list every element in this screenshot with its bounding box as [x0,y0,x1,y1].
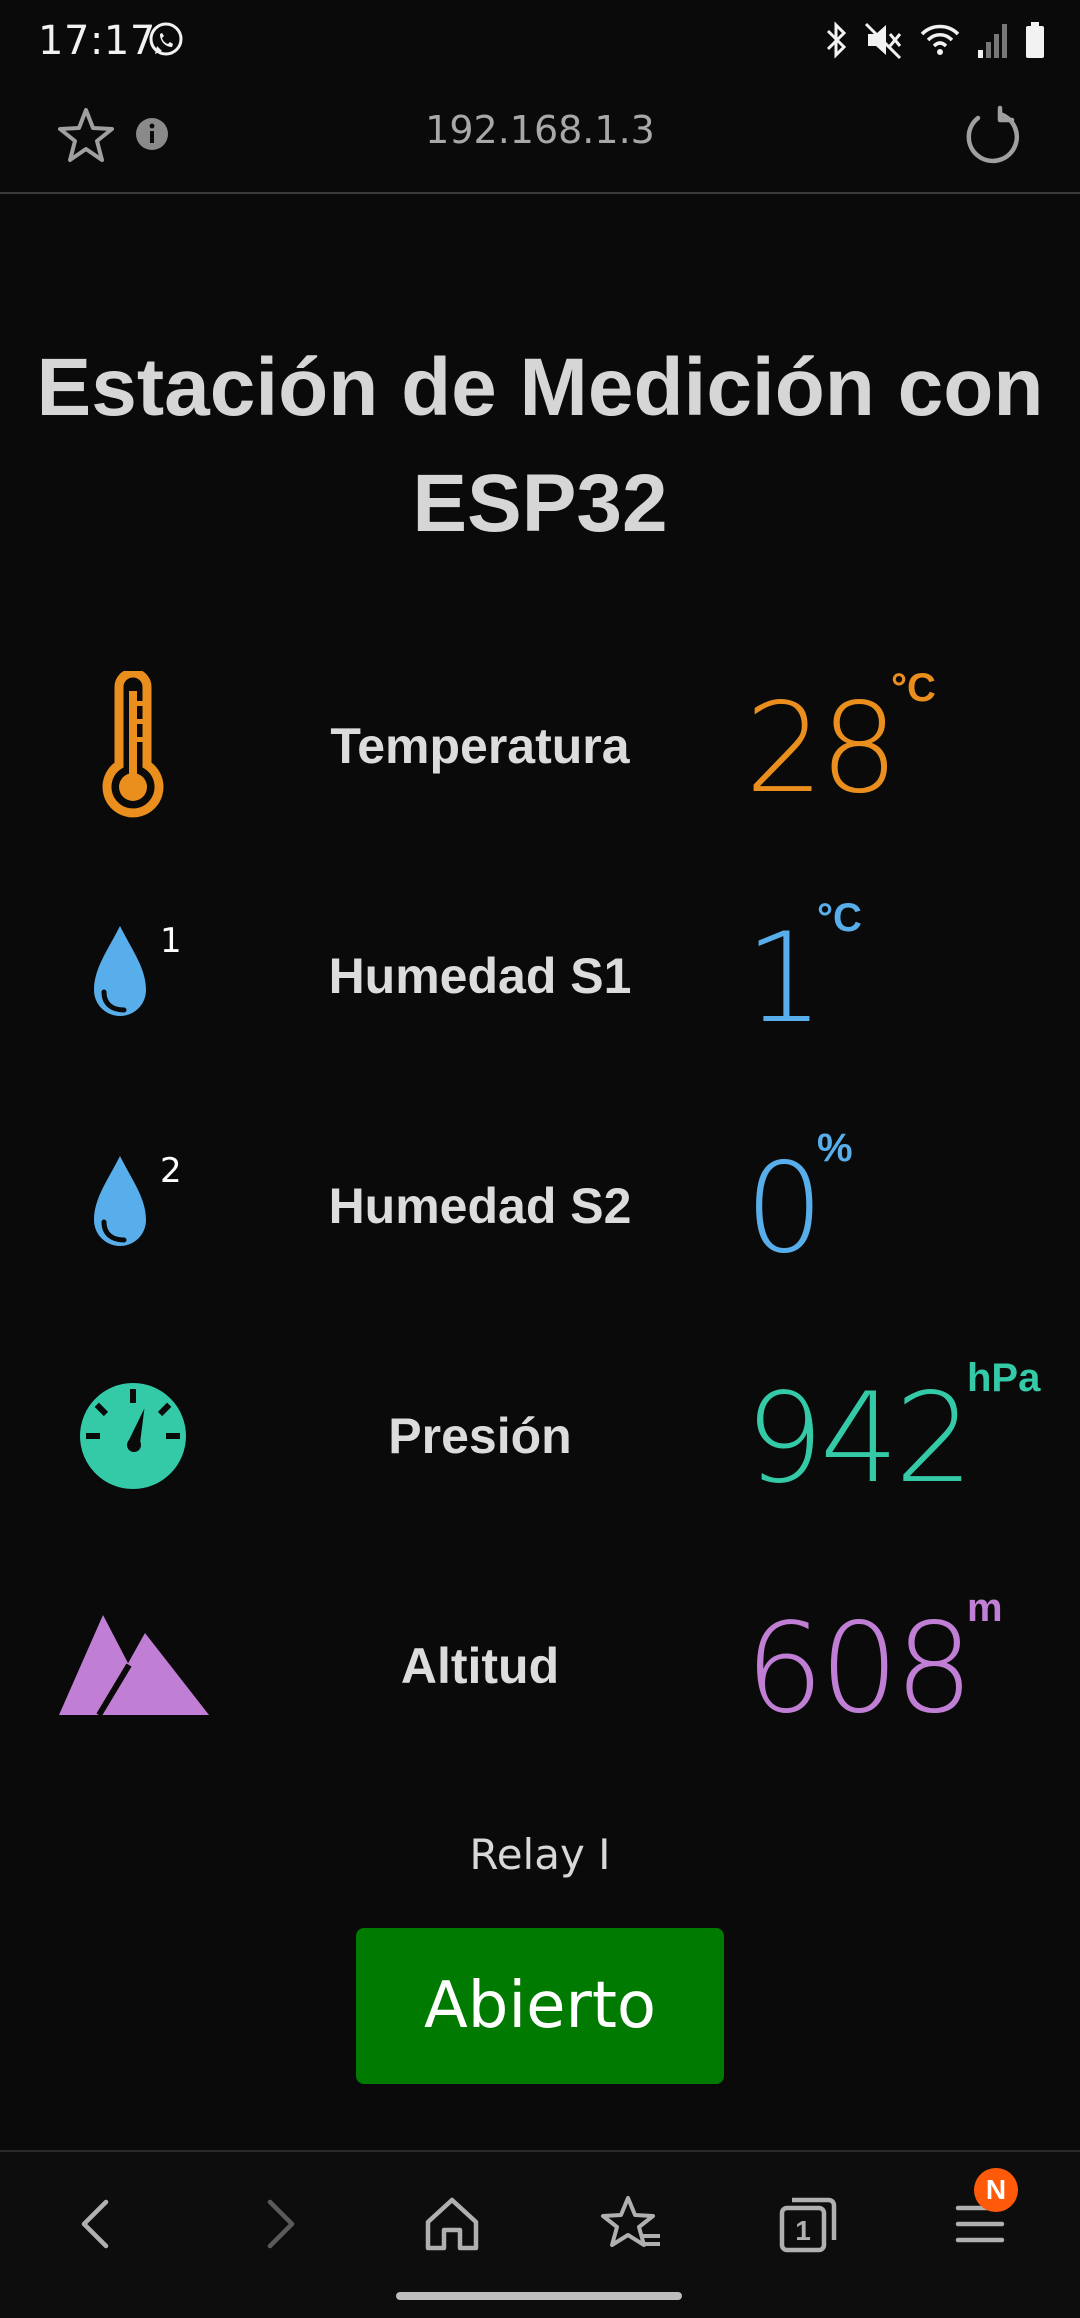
reading-number: 0 [745,1137,824,1281]
mountain-icon [59,1615,209,1717]
reading-label: Presión [388,1408,572,1464]
back-icon[interactable] [66,2192,130,2256]
reading-label: Temperatura [330,718,630,774]
reading-number: 1 [745,907,824,1051]
drop-badge: 2 [160,1151,182,1191]
reading-unit: hPa [967,1356,1041,1400]
reading-unit: % [817,1126,853,1170]
reading-label: Humedad S2 [328,1178,632,1234]
relay-label: Relay I [469,1830,611,1879]
reading-label: Humedad S1 [328,948,632,1004]
wifi-icon [920,24,960,55]
reading-row-pressure: Presión 942 hPa [0,1336,1080,1536]
battery-icon [1026,22,1044,58]
water-drop-icon: 2 [94,1151,182,1246]
browser-url-bar: 192.168.1.3 [0,80,1080,194]
url-text[interactable]: 192.168.1.3 [0,108,1080,152]
tabs-icon: 1 [779,2197,837,2253]
drop-badge: 1 [160,921,182,961]
reading-unit: °C [817,896,862,940]
forward-icon[interactable] [246,2192,310,2256]
reload-icon[interactable] [960,104,1024,168]
reading-row-humidity-s1: 1 Humedad S1 1 °C [0,876,1080,1076]
relay-toggle-button[interactable]: Abierto [356,1928,724,2084]
reading-label: Altitud [400,1638,560,1694]
home-indicator[interactable] [396,2292,682,2300]
water-drop-icon: 1 [94,921,182,1016]
reading-number: 608 [745,1597,974,1741]
reading-row-temperature: Temperatura 28 °C [0,646,1080,846]
reading-unit: °C [891,666,936,710]
tabs-button[interactable]: 1 [776,2192,840,2256]
reading-number: 942 [745,1367,974,1511]
page-title: Estación de Medición con ESP32 [36,342,1044,549]
reading-row-humidity-s2: 2 Humedad S2 0 % [0,1106,1080,1306]
tabs-count: 1 [795,2215,811,2246]
reading-unit: m [967,1586,1003,1630]
reading-number: 28 [745,677,899,821]
menu-notification-badge: N [974,2168,1018,2212]
status-time: 17:17 [38,18,156,64]
thermometer-icon [102,671,164,818]
home-icon[interactable] [420,2192,484,2256]
bookmarks-icon[interactable] [598,2192,662,2256]
whatsapp-icon [149,22,183,56]
signal-icon [978,24,1007,58]
mute-icon [864,22,902,60]
status-bar: 17:17 [0,0,1080,80]
reading-row-altitude: Altitud 608 m [0,1566,1080,1766]
bluetooth-icon [826,21,847,59]
gauge-icon [80,1383,186,1489]
